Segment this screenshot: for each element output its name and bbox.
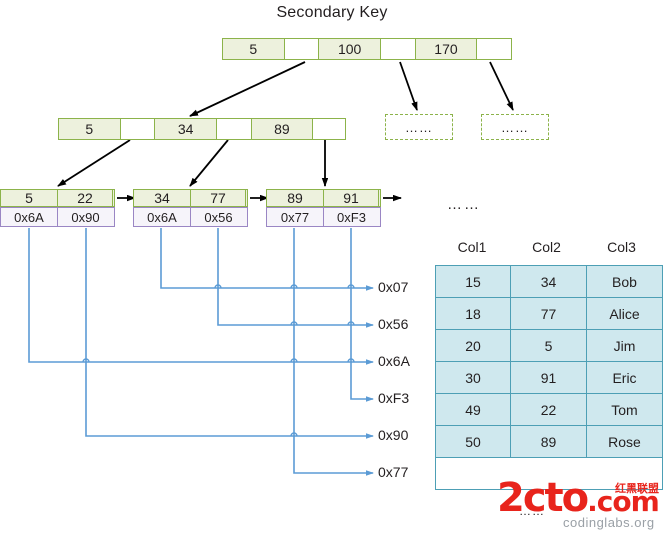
cell-trailing-c2 xyxy=(586,457,663,490)
cell-r1-c0[interactable]: 18 xyxy=(435,297,511,330)
leaf-2-key-0[interactable]: 34 xyxy=(134,190,191,206)
internal-pointer-cell-0[interactable] xyxy=(120,119,156,139)
root-key-cell-0[interactable]: 5 xyxy=(223,39,285,59)
cell-r3-c2[interactable]: Eric xyxy=(586,361,663,394)
address-label-0x77: 0x77 xyxy=(378,464,409,480)
leaf-1-pointer-0[interactable]: 0x6A xyxy=(1,208,58,226)
cell-r1-c2[interactable]: Alice xyxy=(586,297,663,330)
edge-root-to-internal xyxy=(189,61,306,117)
address-label-0x56: 0x56 xyxy=(378,316,409,332)
cell-r4-c0[interactable]: 49 xyxy=(435,393,511,426)
root-pointer-cell-2[interactable] xyxy=(477,39,512,59)
cell-r3-c1[interactable]: 91 xyxy=(510,361,587,394)
internal-key-cell-2[interactable]: 89 xyxy=(251,119,314,139)
leaf-3-key-0[interactable]: 89 xyxy=(267,190,324,206)
leaf-2-pointer-0[interactable]: 0x6A xyxy=(134,208,191,226)
leaf-3-keys: 89 91 xyxy=(266,189,381,207)
address-label-0xF3: 0xF3 xyxy=(378,390,410,406)
btree-root-node[interactable]: 5 100 170 xyxy=(222,38,512,60)
leaf-row-ellipsis: …… xyxy=(447,196,481,213)
leaf-2-key-1[interactable]: 77 xyxy=(191,190,246,206)
data-table-header-row: Col1 Col2 Col3 xyxy=(435,239,659,255)
leaf-2-pointers: 0x6A 0x56 xyxy=(133,207,248,227)
leaf-1-key-1[interactable]: 22 xyxy=(58,190,113,206)
leaf-3-key-1[interactable]: 91 xyxy=(324,190,379,206)
cell-r5-c1[interactable]: 89 xyxy=(510,425,587,458)
cell-r2-c2[interactable]: Jim xyxy=(586,329,663,362)
connector-junctions xyxy=(82,284,355,437)
root-pointer-cell-0[interactable] xyxy=(284,39,320,59)
cell-r0-c1[interactable]: 34 xyxy=(510,265,587,298)
btree-leaf-node-3[interactable]: 89 91 0x77 0xF3 xyxy=(266,189,381,227)
address-label-0x6A: 0x6A xyxy=(378,353,410,369)
edge-internal-to-leaf-2 xyxy=(189,139,229,187)
watermark-subtext: codinglabs.org xyxy=(563,515,655,530)
diagram-canvas: Secondary Key 5 100 170 5 34 89 …… …… 5 … xyxy=(0,0,664,534)
address-label-0x90: 0x90 xyxy=(378,427,409,443)
table-row[interactable]: 18 77 Alice xyxy=(435,297,663,330)
leaf-1-key-0[interactable]: 5 xyxy=(1,190,58,206)
root-key-cell-2[interactable]: 170 xyxy=(415,39,478,59)
table-row[interactable]: 50 89 Rose xyxy=(435,425,663,458)
link-0xF3 xyxy=(350,228,374,402)
btree-leaf-node-1[interactable]: 5 22 0x6A 0x90 xyxy=(0,189,115,227)
table-row-trailing xyxy=(435,457,663,490)
cell-r3-c0[interactable]: 30 xyxy=(435,361,511,394)
cell-r0-c2[interactable]: Bob xyxy=(586,265,663,298)
edge-root-to-placeholder-2 xyxy=(489,61,514,111)
placeholder-node-1: …… xyxy=(385,114,453,140)
table-row[interactable]: 15 34 Bob xyxy=(435,265,663,298)
cell-r0-c0[interactable]: 15 xyxy=(435,265,511,298)
link-0x90 xyxy=(85,228,374,439)
table-row[interactable]: 49 22 Tom xyxy=(435,393,663,426)
edge-root-to-placeholder-1 xyxy=(399,61,418,111)
root-key-cell-1[interactable]: 100 xyxy=(319,39,381,59)
internal-key-cell-0[interactable]: 5 xyxy=(59,119,121,139)
root-pointer-cell-1[interactable] xyxy=(380,39,416,59)
btree-leaf-node-2[interactable]: 34 77 0x6A 0x56 xyxy=(133,189,248,227)
link-0x56 xyxy=(217,228,374,328)
leaf-3-pointers: 0x77 0xF3 xyxy=(266,207,381,227)
data-table-header-col3: Col3 xyxy=(607,239,636,255)
leaf-1-keys: 5 22 xyxy=(0,189,115,207)
cell-r2-c1[interactable]: 5 xyxy=(510,329,587,362)
cell-trailing-c1 xyxy=(510,457,587,490)
internal-key-cell-1[interactable]: 34 xyxy=(155,119,217,139)
cell-r5-c2[interactable]: Rose xyxy=(586,425,663,458)
page-title: Secondary Key xyxy=(276,4,388,21)
data-table-header-col2: Col2 xyxy=(532,239,561,255)
leaf-3-pointer-0[interactable]: 0x77 xyxy=(267,208,324,226)
address-label-0x07: 0x07 xyxy=(378,279,409,295)
table-row[interactable]: 30 91 Eric xyxy=(435,361,663,394)
cell-r2-c0[interactable]: 20 xyxy=(435,329,511,362)
leaf-3-pointer-1[interactable]: 0xF3 xyxy=(324,208,379,226)
internal-pointer-cell-2[interactable] xyxy=(313,119,345,139)
link-0x77 xyxy=(293,228,374,476)
cell-r4-c1[interactable]: 22 xyxy=(510,393,587,426)
leaf-2-keys: 34 77 xyxy=(133,189,248,207)
leaf-2-pointer-1[interactable]: 0x56 xyxy=(191,208,246,226)
placeholder-node-2: …… xyxy=(481,114,549,140)
cell-r1-c1[interactable]: 77 xyxy=(510,297,587,330)
watermark-dots: …… xyxy=(519,504,545,518)
data-table[interactable]: 15 34 Bob 18 77 Alice 20 5 Jim 30 91 Eri… xyxy=(435,265,663,490)
link-leaf1-0x6A xyxy=(28,228,374,365)
btree-internal-node[interactable]: 5 34 89 xyxy=(58,118,346,140)
internal-pointer-cell-1[interactable] xyxy=(216,119,252,139)
leaf-1-pointer-1[interactable]: 0x90 xyxy=(58,208,113,226)
cell-r4-c2[interactable]: Tom xyxy=(586,393,663,426)
table-row[interactable]: 20 5 Jim xyxy=(435,329,663,362)
edge-internal-to-leaf-1 xyxy=(57,139,131,187)
cell-r5-c0[interactable]: 50 xyxy=(435,425,511,458)
cell-trailing-c0 xyxy=(435,457,511,490)
leaf-1-pointers: 0x6A 0x90 xyxy=(0,207,115,227)
data-table-header-col1: Col1 xyxy=(457,239,487,255)
link-leaf2-0x6A xyxy=(160,228,374,291)
